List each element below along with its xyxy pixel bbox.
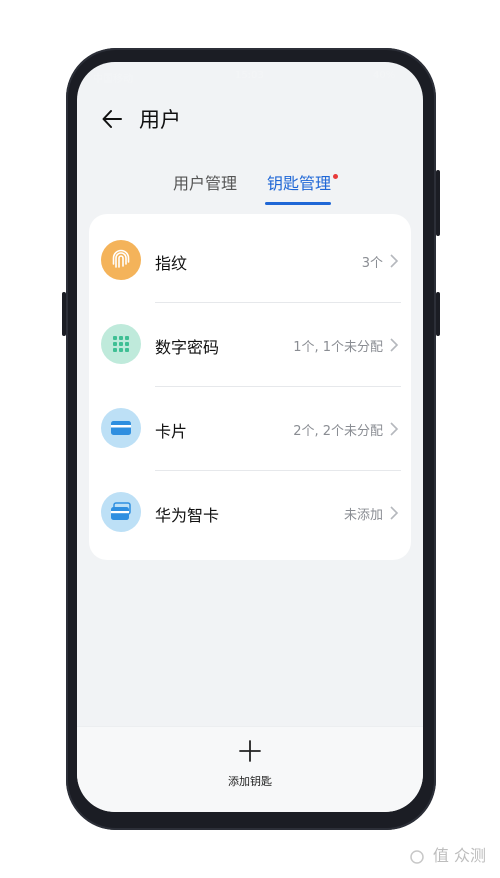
watermark-text: 值 众测 [432,846,486,865]
add-key-label: 添加钥匙 [228,775,272,788]
tab-user-management[interactable]: 用户管理 [173,170,237,194]
phone-volume-button [436,170,440,236]
carrier-label: 中国移动 [93,74,133,85]
key-list-card: 指纹 3个 数字密码 1个, 1个未分配 卡片 2个, 2个未分配 华为智卡 未… [89,214,411,560]
page-title: 用户 [139,108,181,132]
notification-dot [333,174,338,179]
phone-screen: 中国移动 15:03 40% 用户 用户管理 钥匙管理 指纹 3个 数字密码 1… [77,62,423,812]
list-item-card[interactable]: 卡片 2个, 2个未分配 [89,386,411,470]
phone-side-button-left [62,292,66,336]
chevron-right-icon [390,422,399,436]
list-item-label: 卡片 [155,422,188,441]
watermark-logo-icon [410,849,424,864]
watermark: 值 众测 [410,842,486,866]
card-icon [101,408,141,448]
active-tab-indicator [265,202,331,205]
list-item-value: 1个, 1个未分配 [293,340,383,355]
list-item-huawei-smart-card[interactable]: 华为智卡 未添加 [89,470,411,554]
tab-bar: 用户管理 钥匙管理 [77,166,423,210]
bottom-action-bar: 添加钥匙 [77,726,423,812]
phone-power-button [436,292,440,336]
tab-key-management[interactable]: 钥匙管理 [267,170,331,194]
list-item-label: 数字密码 [155,338,220,357]
list-item-numeric-password[interactable]: 数字密码 1个, 1个未分配 [89,302,411,386]
list-item-value: 3个 [361,256,383,271]
arrow-left-icon [102,110,122,128]
list-item-value: 未添加 [343,508,383,523]
list-item-label: 华为智卡 [155,506,220,525]
add-key-button[interactable]: 添加钥匙 [223,735,277,791]
chevron-right-icon [390,506,399,520]
clock: 15:03 [235,70,264,81]
status-bar: 中国移动 15:03 40% [77,62,423,88]
list-item-fingerprint[interactable]: 指纹 3个 [89,218,411,302]
list-item-label: 指纹 [155,254,188,273]
smart-card-icon [101,492,141,532]
app-bar: 用户 [77,94,423,144]
chevron-right-icon [390,254,399,268]
fingerprint-icon [101,240,141,280]
battery-level: 40% [373,70,396,81]
chevron-right-icon [390,338,399,352]
keypad-icon [101,324,141,364]
back-button[interactable] [99,106,125,132]
list-item-value: 2个, 2个未分配 [293,424,383,439]
plus-icon [239,740,261,762]
